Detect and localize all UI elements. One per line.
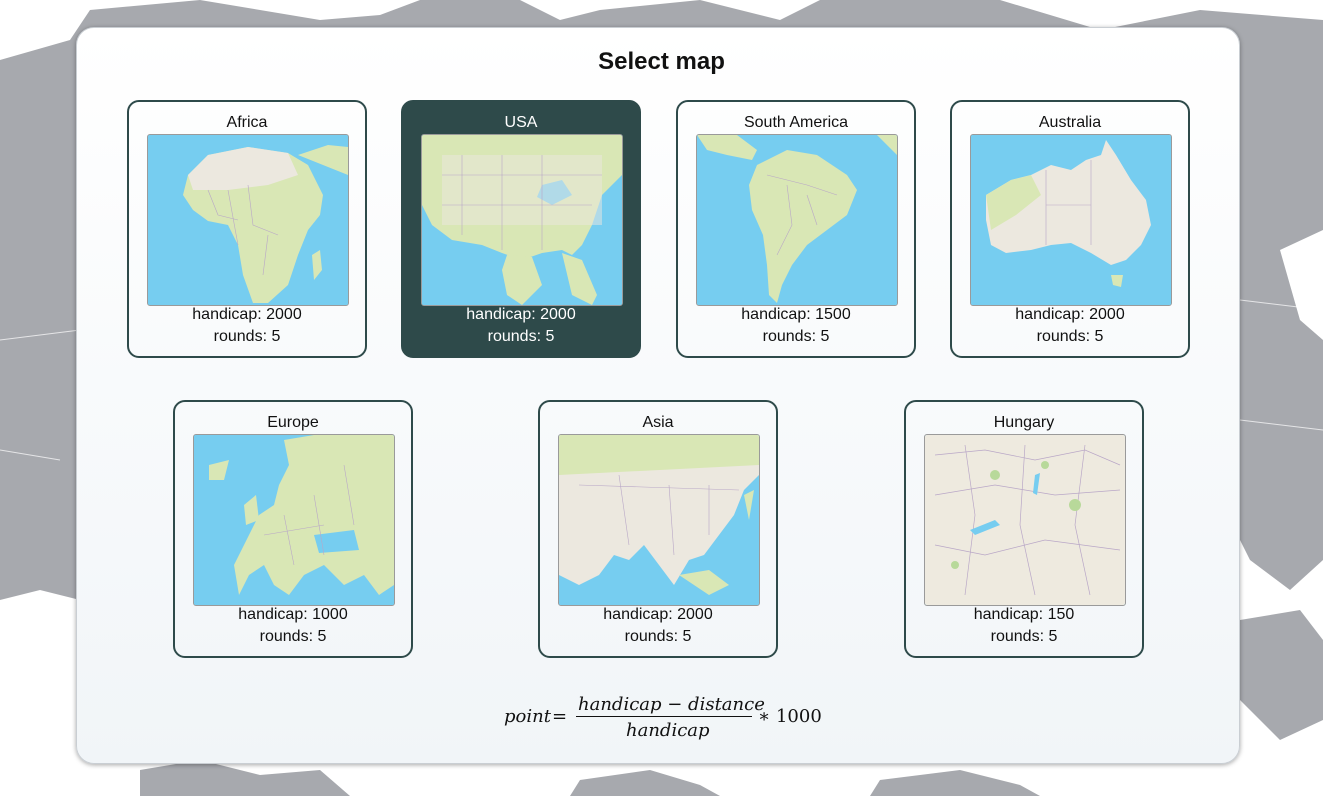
map-card-asia[interactable]: Asia handicap: 2000 rounds: 5	[538, 400, 778, 658]
map-card-hungary[interactable]: Hungary handicap: 150 rounds: 5	[904, 400, 1144, 658]
map-rounds: rounds: 5	[624, 628, 692, 645]
map-handicap: handicap: 1000	[238, 606, 348, 623]
map-rounds: rounds: 5	[990, 628, 1058, 645]
map-handicap: handicap: 2000	[603, 606, 713, 623]
map-card-south-america[interactable]: South America handicap: 1500 rounds: 5	[676, 100, 916, 358]
formula-denominator: handicap	[626, 720, 710, 741]
map-rounds: rounds: 5	[213, 328, 281, 345]
map-thumbnail-asia	[558, 434, 760, 606]
map-thumbnail-south-america	[696, 134, 898, 306]
map-name: Asia	[642, 414, 674, 431]
map-handicap: handicap: 2000	[466, 306, 576, 323]
scoring-formula: point = handicap − distance handicap ∗ 1…	[0, 692, 1323, 742]
map-name: Africa	[226, 114, 268, 131]
page-title: Select map	[598, 48, 725, 75]
map-handicap: handicap: 2000	[1015, 306, 1125, 323]
map-rounds: rounds: 5	[259, 628, 327, 645]
formula-numerator: handicap − distance	[578, 694, 765, 715]
formula-fraction-bar	[576, 716, 752, 717]
map-rounds: rounds: 5	[1036, 328, 1104, 345]
map-card-europe[interactable]: Europe handicap: 1000 rounds: 5	[173, 400, 413, 658]
map-handicap: handicap: 1500	[741, 306, 851, 323]
map-thumbnail-usa	[421, 134, 623, 306]
map-name: South America	[743, 114, 849, 131]
map-name: USA	[504, 114, 538, 131]
map-name: Europe	[267, 414, 319, 431]
map-thumbnail-australia	[970, 134, 1172, 306]
map-thumbnail-hungary	[924, 434, 1126, 606]
map-handicap: handicap: 2000	[192, 306, 302, 323]
formula-multiplier: ∗ 1000	[758, 706, 822, 727]
map-name: Hungary	[993, 414, 1055, 431]
formula-lhs: point	[504, 706, 551, 727]
map-rounds: rounds: 5	[487, 328, 555, 345]
map-handicap: handicap: 150	[973, 606, 1075, 623]
map-thumbnail-africa	[147, 134, 349, 306]
map-rounds: rounds: 5	[762, 328, 830, 345]
map-card-australia[interactable]: Australia handicap: 2000 rounds: 5	[950, 100, 1190, 358]
map-card-africa[interactable]: Africa handicap: 2000 rounds: 5	[127, 100, 367, 358]
formula-equals: =	[552, 706, 568, 727]
map-card-usa[interactable]: USA handicap: 2000 rounds: 5	[401, 100, 641, 358]
map-name: Australia	[1038, 114, 1102, 131]
map-thumbnail-europe	[193, 434, 395, 606]
